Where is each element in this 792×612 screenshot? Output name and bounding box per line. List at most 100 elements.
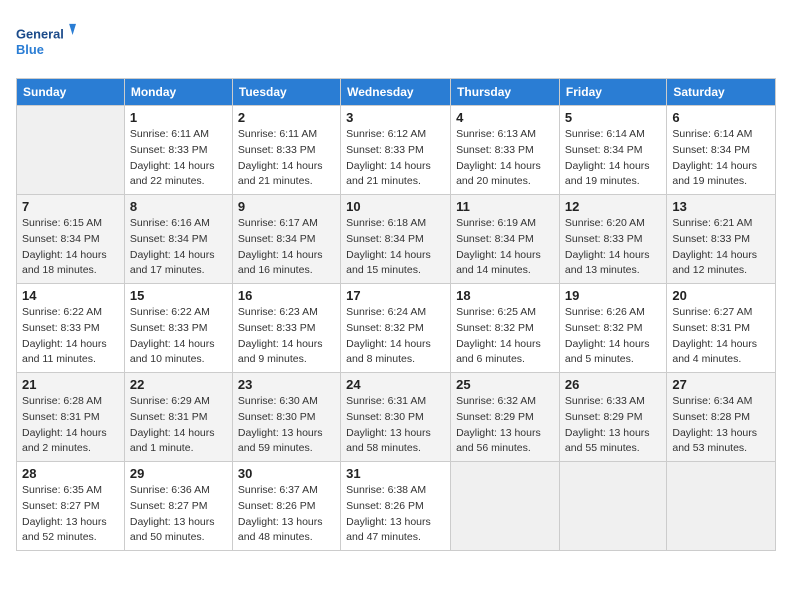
logo-svg: General Blue <box>16 16 76 66</box>
day-number: 13 <box>672 199 770 214</box>
day-number: 16 <box>238 288 335 303</box>
day-info: Sunrise: 6:37 AM Sunset: 8:26 PM Dayligh… <box>238 483 335 546</box>
calendar-cell: 26 Sunrise: 6:33 AM Sunset: 8:29 PM Dayli… <box>559 373 666 462</box>
logo: General Blue <box>16 16 76 66</box>
day-number: 8 <box>130 199 227 214</box>
header: General Blue <box>16 16 776 66</box>
day-number: 6 <box>672 110 770 125</box>
day-info: Sunrise: 6:12 AM Sunset: 8:33 PM Dayligh… <box>346 127 445 190</box>
day-info: Sunrise: 6:16 AM Sunset: 8:34 PM Dayligh… <box>130 216 227 279</box>
day-info: Sunrise: 6:28 AM Sunset: 8:31 PM Dayligh… <box>22 394 119 457</box>
calendar-cell <box>451 462 560 551</box>
calendar-table: SundayMondayTuesdayWednesdayThursdayFrid… <box>16 78 776 551</box>
day-number: 27 <box>672 377 770 392</box>
day-info: Sunrise: 6:36 AM Sunset: 8:27 PM Dayligh… <box>130 483 227 546</box>
calendar-cell: 1 Sunrise: 6:11 AM Sunset: 8:33 PM Daylig… <box>124 106 232 195</box>
day-number: 3 <box>346 110 445 125</box>
day-info: Sunrise: 6:25 AM Sunset: 8:32 PM Dayligh… <box>456 305 554 368</box>
day-info: Sunrise: 6:31 AM Sunset: 8:30 PM Dayligh… <box>346 394 445 457</box>
calendar-cell: 18 Sunrise: 6:25 AM Sunset: 8:32 PM Dayli… <box>451 284 560 373</box>
calendar-cell: 30 Sunrise: 6:37 AM Sunset: 8:26 PM Dayli… <box>232 462 340 551</box>
calendar-cell: 21 Sunrise: 6:28 AM Sunset: 8:31 PM Dayli… <box>17 373 125 462</box>
calendar-cell: 13 Sunrise: 6:21 AM Sunset: 8:33 PM Dayli… <box>667 195 776 284</box>
day-number: 14 <box>22 288 119 303</box>
day-number: 15 <box>130 288 227 303</box>
calendar-cell: 11Sunrise: 6:19 AM Sunset: 8:34 PM Dayli… <box>451 195 560 284</box>
day-info: Sunrise: 6:23 AM Sunset: 8:33 PM Dayligh… <box>238 305 335 368</box>
day-info: Sunrise: 6:34 AM Sunset: 8:28 PM Dayligh… <box>672 394 770 457</box>
day-number: 17 <box>346 288 445 303</box>
day-number: 1 <box>130 110 227 125</box>
day-number: 25 <box>456 377 554 392</box>
calendar-cell: 16 Sunrise: 6:23 AM Sunset: 8:33 PM Dayli… <box>232 284 340 373</box>
day-number: 2 <box>238 110 335 125</box>
day-number: 28 <box>22 466 119 481</box>
day-info: Sunrise: 6:26 AM Sunset: 8:32 PM Dayligh… <box>565 305 661 368</box>
weekday-header-thursday: Thursday <box>451 79 560 106</box>
calendar-cell: 19Sunrise: 6:26 AM Sunset: 8:32 PM Dayli… <box>559 284 666 373</box>
day-info: Sunrise: 6:14 AM Sunset: 8:34 PM Dayligh… <box>565 127 661 190</box>
day-info: Sunrise: 6:33 AM Sunset: 8:29 PM Dayligh… <box>565 394 661 457</box>
day-info: Sunrise: 6:15 AM Sunset: 8:34 PM Dayligh… <box>22 216 119 279</box>
day-number: 18 <box>456 288 554 303</box>
day-number: 23 <box>238 377 335 392</box>
day-number: 7 <box>22 199 119 214</box>
weekday-header-friday: Friday <box>559 79 666 106</box>
day-number: 4 <box>456 110 554 125</box>
calendar-cell: 5 Sunrise: 6:14 AM Sunset: 8:34 PM Daylig… <box>559 106 666 195</box>
day-number: 5 <box>565 110 661 125</box>
day-info: Sunrise: 6:18 AM Sunset: 8:34 PM Dayligh… <box>346 216 445 279</box>
day-number: 24 <box>346 377 445 392</box>
svg-text:Blue: Blue <box>16 42 44 57</box>
calendar-cell: 31Sunrise: 6:38 AM Sunset: 8:26 PM Dayli… <box>341 462 451 551</box>
day-info: Sunrise: 6:11 AM Sunset: 8:33 PM Dayligh… <box>238 127 335 190</box>
calendar-cell: 9 Sunrise: 6:17 AM Sunset: 8:34 PM Daylig… <box>232 195 340 284</box>
day-info: Sunrise: 6:19 AM Sunset: 8:34 PM Dayligh… <box>456 216 554 279</box>
calendar-cell: 24 Sunrise: 6:31 AM Sunset: 8:30 PM Dayli… <box>341 373 451 462</box>
svg-text:General: General <box>16 26 64 41</box>
day-info: Sunrise: 6:11 AM Sunset: 8:33 PM Dayligh… <box>130 127 227 190</box>
day-info: Sunrise: 6:22 AM Sunset: 8:33 PM Dayligh… <box>130 305 227 368</box>
calendar-cell: 15 Sunrise: 6:22 AM Sunset: 8:33 PM Dayli… <box>124 284 232 373</box>
calendar-cell <box>667 462 776 551</box>
day-number: 29 <box>130 466 227 481</box>
day-info: Sunrise: 6:21 AM Sunset: 8:33 PM Dayligh… <box>672 216 770 279</box>
day-number: 31 <box>346 466 445 481</box>
day-number: 22 <box>130 377 227 392</box>
day-number: 20 <box>672 288 770 303</box>
day-number: 12 <box>565 199 661 214</box>
day-info: Sunrise: 6:14 AM Sunset: 8:34 PM Dayligh… <box>672 127 770 190</box>
calendar-cell: 25 Sunrise: 6:32 AM Sunset: 8:29 PM Dayli… <box>451 373 560 462</box>
calendar-cell: 4 Sunrise: 6:13 AM Sunset: 8:33 PM Daylig… <box>451 106 560 195</box>
day-info: Sunrise: 6:17 AM Sunset: 8:34 PM Dayligh… <box>238 216 335 279</box>
day-number: 21 <box>22 377 119 392</box>
calendar-cell: 7 Sunrise: 6:15 AM Sunset: 8:34 PM Daylig… <box>17 195 125 284</box>
weekday-header-tuesday: Tuesday <box>232 79 340 106</box>
calendar-cell: 22 Sunrise: 6:29 AM Sunset: 8:31 PM Dayli… <box>124 373 232 462</box>
day-number: 30 <box>238 466 335 481</box>
day-info: Sunrise: 6:24 AM Sunset: 8:32 PM Dayligh… <box>346 305 445 368</box>
calendar-cell: 20 Sunrise: 6:27 AM Sunset: 8:31 PM Dayli… <box>667 284 776 373</box>
weekday-header-sunday: Sunday <box>17 79 125 106</box>
day-info: Sunrise: 6:27 AM Sunset: 8:31 PM Dayligh… <box>672 305 770 368</box>
day-info: Sunrise: 6:30 AM Sunset: 8:30 PM Dayligh… <box>238 394 335 457</box>
weekday-header-monday: Monday <box>124 79 232 106</box>
calendar-cell: 3 Sunrise: 6:12 AM Sunset: 8:33 PM Daylig… <box>341 106 451 195</box>
calendar-cell: 29 Sunrise: 6:36 AM Sunset: 8:27 PM Dayli… <box>124 462 232 551</box>
day-number: 9 <box>238 199 335 214</box>
weekday-header-saturday: Saturday <box>667 79 776 106</box>
calendar-cell: 27 Sunrise: 6:34 AM Sunset: 8:28 PM Dayli… <box>667 373 776 462</box>
weekday-header-wednesday: Wednesday <box>341 79 451 106</box>
calendar-cell: 8 Sunrise: 6:16 AM Sunset: 8:34 PM Daylig… <box>124 195 232 284</box>
day-number: 26 <box>565 377 661 392</box>
calendar-cell: 12 Sunrise: 6:20 AM Sunset: 8:33 PM Dayli… <box>559 195 666 284</box>
day-info: Sunrise: 6:29 AM Sunset: 8:31 PM Dayligh… <box>130 394 227 457</box>
day-info: Sunrise: 6:13 AM Sunset: 8:33 PM Dayligh… <box>456 127 554 190</box>
day-info: Sunrise: 6:32 AM Sunset: 8:29 PM Dayligh… <box>456 394 554 457</box>
calendar-cell <box>17 106 125 195</box>
calendar-cell: 6 Sunrise: 6:14 AM Sunset: 8:34 PM Daylig… <box>667 106 776 195</box>
day-info: Sunrise: 6:20 AM Sunset: 8:33 PM Dayligh… <box>565 216 661 279</box>
calendar-cell: 10Sunrise: 6:18 AM Sunset: 8:34 PM Dayli… <box>341 195 451 284</box>
calendar-cell: 2 Sunrise: 6:11 AM Sunset: 8:33 PM Daylig… <box>232 106 340 195</box>
day-info: Sunrise: 6:22 AM Sunset: 8:33 PM Dayligh… <box>22 305 119 368</box>
